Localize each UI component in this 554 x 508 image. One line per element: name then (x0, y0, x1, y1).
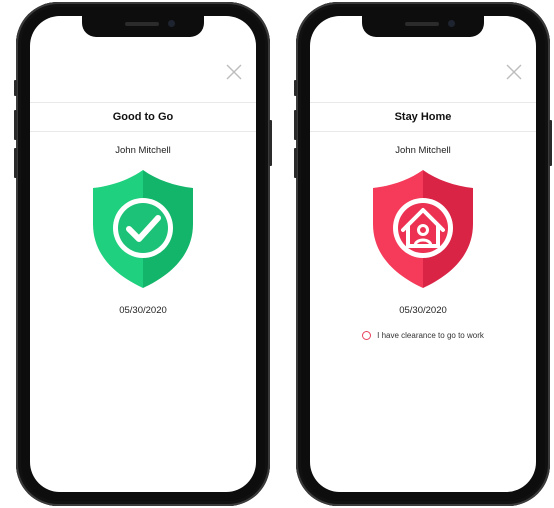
close-icon (506, 64, 522, 80)
front-camera (448, 20, 455, 27)
clearance-label: I have clearance to go to work (377, 331, 484, 340)
notch (362, 16, 484, 37)
user-name: John Mitchell (395, 145, 451, 156)
speaker (125, 22, 159, 26)
mute-switch (14, 80, 17, 96)
power-button (549, 120, 552, 166)
screen-good-to-go: Good to Go John Mitchell 05/30/2020 (30, 16, 256, 492)
green-shield-check-icon (93, 170, 193, 288)
volume-up-button (14, 110, 17, 140)
front-camera (168, 20, 175, 27)
close-icon (226, 64, 242, 80)
phone-frame-stay-home: Stay Home John Mitchell 05/30/2020 I hav… (294, 2, 552, 506)
clearance-option[interactable]: I have clearance to go to work (310, 331, 536, 340)
volume-up-button (294, 110, 297, 140)
phone-frame-good-to-go: Good to Go John Mitchell 05/30/2020 (14, 2, 272, 506)
power-button (269, 120, 272, 166)
status-title: Stay Home (310, 102, 536, 132)
clearance-radio[interactable] (362, 331, 372, 340)
volume-down-button (14, 148, 17, 178)
user-name: John Mitchell (115, 145, 171, 156)
screen-stay-home: Stay Home John Mitchell 05/30/2020 I hav… (310, 16, 536, 492)
volume-down-button (294, 148, 297, 178)
close-button[interactable] (504, 62, 524, 82)
notch (82, 16, 204, 37)
status-date: 05/30/2020 (119, 305, 167, 316)
mute-switch (294, 80, 297, 96)
red-shield-home-icon (373, 170, 473, 288)
close-button[interactable] (224, 62, 244, 82)
speaker (405, 22, 439, 26)
status-title: Good to Go (30, 102, 256, 132)
status-date: 05/30/2020 (399, 305, 447, 316)
